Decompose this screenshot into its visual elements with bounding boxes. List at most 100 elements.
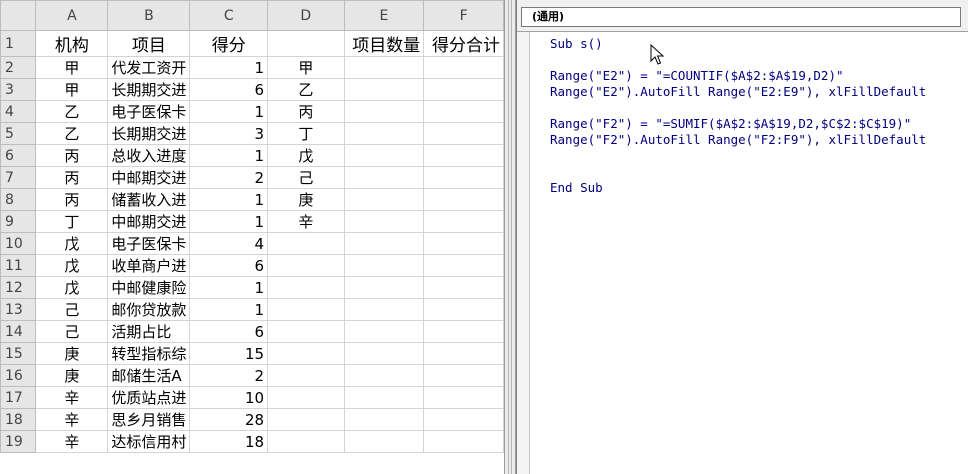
cell-b5[interactable]: 长期期交进 (107, 122, 191, 145)
cell-a15[interactable]: 庚 (35, 342, 109, 365)
cell-b17[interactable]: 优质站点进 (107, 386, 191, 409)
cell-d8[interactable]: 庚 (267, 188, 345, 211)
cell-d17[interactable] (267, 386, 345, 409)
code-line[interactable]: Sub s() (550, 36, 926, 52)
cell-b3[interactable]: 长期期交进 (107, 78, 191, 101)
cell-c6[interactable]: 1 (189, 144, 269, 167)
column-header-d[interactable]: D (267, 0, 345, 31)
code-line[interactable]: End Sub (550, 180, 926, 196)
code-line[interactable]: Range("E2") = "=COUNTIF($A$2:$A$19,D2)" (550, 68, 926, 84)
cell-f9[interactable] (423, 210, 504, 233)
cell-c18[interactable]: 28 (189, 408, 269, 431)
row-header[interactable]: 7 (0, 166, 37, 189)
cell-c11[interactable]: 6 (189, 254, 269, 277)
cell-a17[interactable]: 辛 (35, 386, 109, 409)
row-header[interactable]: 14 (0, 320, 37, 343)
cell-e18[interactable] (343, 408, 425, 431)
row-header[interactable]: 17 (0, 386, 37, 409)
cell-f15[interactable] (423, 342, 504, 365)
cell-a18[interactable]: 辛 (35, 408, 109, 431)
cell-b6[interactable]: 总收入进度 (107, 144, 191, 167)
cell-b16[interactable]: 邮储生活A (107, 364, 191, 387)
cell-a12[interactable]: 戊 (35, 276, 109, 299)
cell-f18[interactable] (423, 408, 504, 431)
cell-e13[interactable] (343, 298, 425, 321)
cell-d6[interactable]: 戊 (267, 144, 345, 167)
cell-c15[interactable]: 15 (189, 342, 269, 365)
cell-e15[interactable] (343, 342, 425, 365)
cell-f11[interactable] (423, 254, 504, 277)
row-header[interactable]: 5 (0, 122, 37, 145)
cell-d4[interactable]: 丙 (267, 100, 345, 123)
cell-c2[interactable]: 1 (189, 56, 269, 79)
object-dropdown[interactable]: (通用) (521, 7, 961, 27)
code-line[interactable]: Range("E2").AutoFill Range("E2:E9"), xlF… (550, 84, 926, 100)
cell-d11[interactable] (267, 254, 345, 277)
row-header[interactable]: 4 (0, 100, 37, 123)
cell-a10[interactable]: 戊 (35, 232, 109, 255)
cell-d1[interactable] (267, 30, 345, 57)
cell-a19[interactable]: 辛 (35, 430, 109, 453)
cell-b13[interactable]: 邮你贷放款 (107, 298, 191, 321)
cell-d14[interactable] (267, 320, 345, 343)
splitter-handle[interactable] (508, 0, 512, 474)
cell-b9[interactable]: 中邮期交进 (107, 210, 191, 233)
cell-d16[interactable] (267, 364, 345, 387)
cell-c14[interactable]: 6 (189, 320, 269, 343)
cell-e19[interactable] (343, 430, 425, 453)
cell-f8[interactable] (423, 188, 504, 211)
cell-e14[interactable] (343, 320, 425, 343)
cell-a4[interactable]: 乙 (35, 100, 109, 123)
row-header[interactable]: 9 (0, 210, 37, 233)
cell-b15[interactable]: 转型指标综 (107, 342, 191, 365)
row-header[interactable]: 12 (0, 276, 37, 299)
row-header[interactable]: 15 (0, 342, 37, 365)
cell-c5[interactable]: 3 (189, 122, 269, 145)
code-line[interactable]: Range("F2").AutoFill Range("F2:F9"), xlF… (550, 132, 926, 148)
column-header-e[interactable]: E (343, 0, 425, 31)
cell-a11[interactable]: 戊 (35, 254, 109, 277)
cell-e6[interactable] (343, 144, 425, 167)
cell-f12[interactable] (423, 276, 504, 299)
row-header[interactable]: 18 (0, 408, 37, 431)
code-text[interactable]: Sub s() Range("E2") = "=COUNTIF($A$2:$A$1… (550, 36, 926, 196)
cell-e8[interactable] (343, 188, 425, 211)
code-margin[interactable] (517, 32, 530, 474)
code-editor[interactable]: Sub s() Range("E2") = "=COUNTIF($A$2:$A$1… (517, 32, 968, 474)
row-header[interactable]: 6 (0, 144, 37, 167)
cell-f7[interactable] (423, 166, 504, 189)
cell-a13[interactable]: 己 (35, 298, 109, 321)
cell-e11[interactable] (343, 254, 425, 277)
row-header[interactable]: 10 (0, 232, 37, 255)
cell-b12[interactable]: 中邮健康险 (107, 276, 191, 299)
cell-e5[interactable] (343, 122, 425, 145)
cell-a14[interactable]: 己 (35, 320, 109, 343)
pane-splitter[interactable] (504, 0, 516, 474)
column-header-f[interactable]: F (423, 0, 504, 31)
cell-a2[interactable]: 甲 (35, 56, 109, 79)
cell-a8[interactable]: 丙 (35, 188, 109, 211)
cell-d18[interactable] (267, 408, 345, 431)
row-header[interactable]: 16 (0, 364, 37, 387)
cell-a9[interactable]: 丁 (35, 210, 109, 233)
cell-b10[interactable]: 电子医保卡 (107, 232, 191, 255)
column-header-b[interactable]: B (107, 0, 191, 31)
code-line[interactable] (550, 164, 926, 180)
cell-b18[interactable]: 思乡月销售 (107, 408, 191, 431)
cell-e4[interactable] (343, 100, 425, 123)
cell-e10[interactable] (343, 232, 425, 255)
cell-a16[interactable]: 庚 (35, 364, 109, 387)
cell-f10[interactable] (423, 232, 504, 255)
cell-b14[interactable]: 活期占比 (107, 320, 191, 343)
cell-c19[interactable]: 18 (189, 430, 269, 453)
cell-e16[interactable] (343, 364, 425, 387)
row-header[interactable]: 19 (0, 430, 37, 453)
cell-b7[interactable]: 中邮期交进 (107, 166, 191, 189)
cell-b1[interactable]: 项目 (107, 30, 191, 57)
cell-c4[interactable]: 1 (189, 100, 269, 123)
cell-c9[interactable]: 1 (189, 210, 269, 233)
code-line[interactable] (550, 100, 926, 116)
row-header[interactable]: 8 (0, 188, 37, 211)
cell-c8[interactable]: 1 (189, 188, 269, 211)
cell-b2[interactable]: 代发工资开 (107, 56, 191, 79)
